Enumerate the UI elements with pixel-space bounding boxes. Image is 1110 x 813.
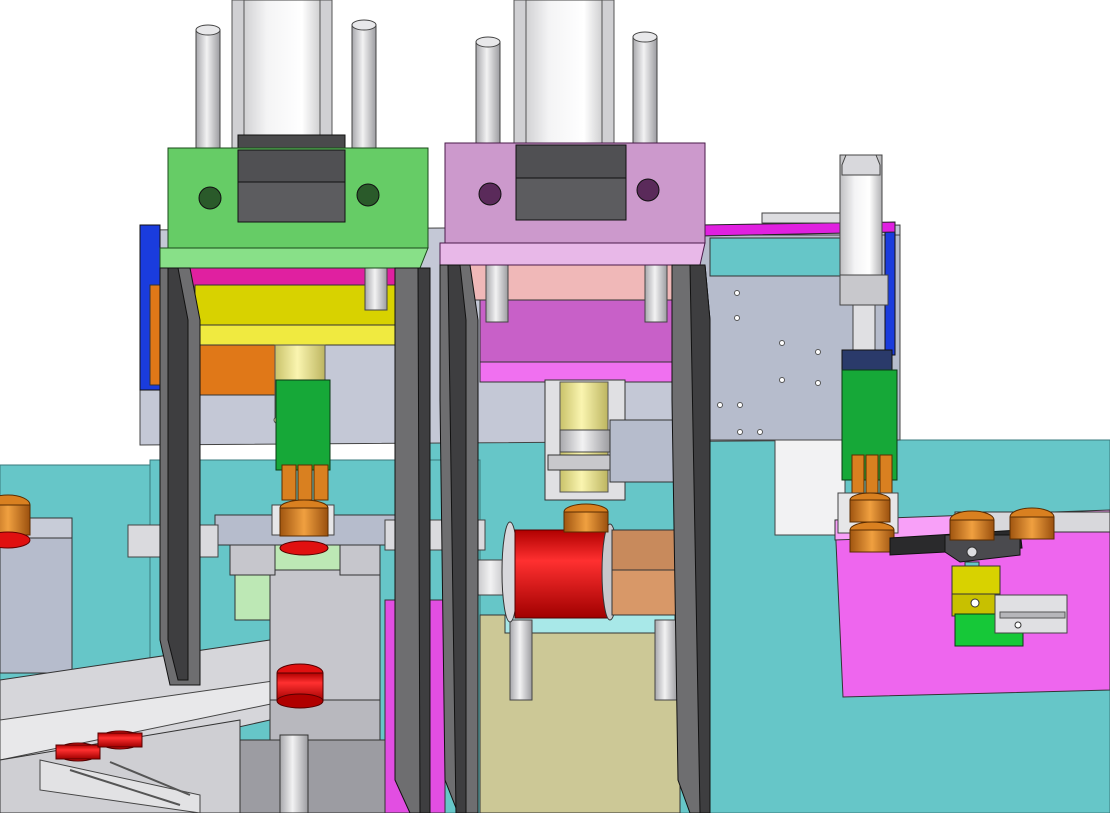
red-cap-part bbox=[276, 663, 324, 709]
orange-cap-part bbox=[279, 499, 329, 556]
orange-cap-part bbox=[849, 492, 895, 553]
left-feed-station bbox=[0, 494, 73, 674]
orange-cap-part bbox=[0, 494, 31, 549]
right-press-base bbox=[467, 521, 681, 813]
orange-cap-part bbox=[563, 503, 609, 533]
cad-scene bbox=[0, 0, 1110, 813]
